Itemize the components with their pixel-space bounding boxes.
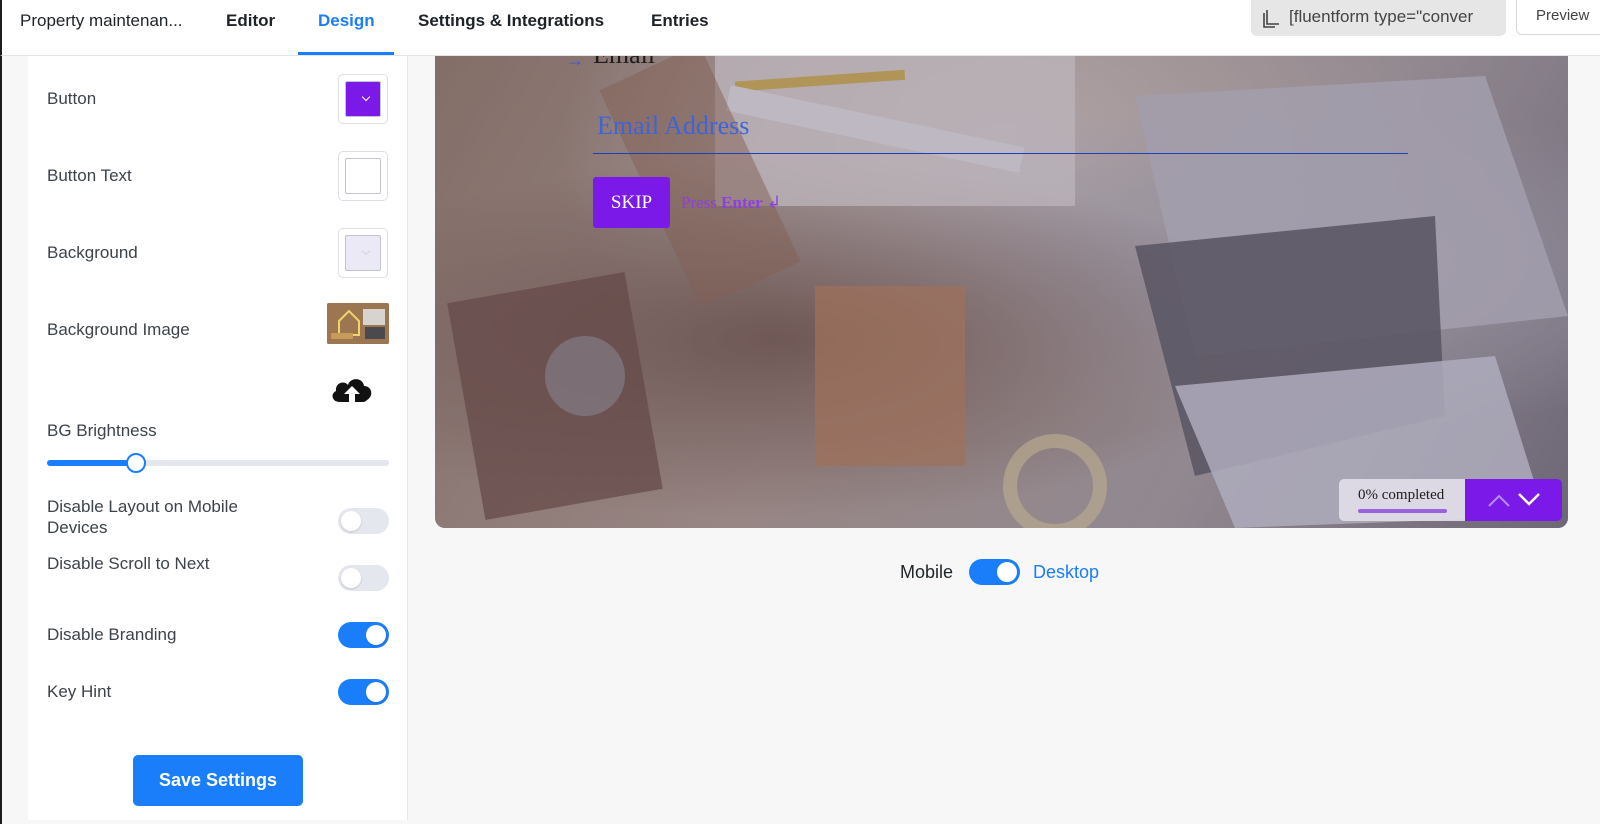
- window-edge: [0, 56, 2, 824]
- skip-button[interactable]: SKIP: [593, 177, 670, 228]
- top-bar: Property maintenan... Editor Design Sett…: [0, 0, 1600, 56]
- toggle-knob: [997, 562, 1017, 582]
- bg-brightness-handle[interactable]: [125, 453, 146, 473]
- tab-entries[interactable]: Entries: [651, 11, 709, 31]
- press-text: Press: [681, 193, 717, 212]
- copy-icon: [1263, 10, 1279, 28]
- toggle-knob: [366, 625, 386, 645]
- button-color-swatch: [345, 81, 381, 117]
- progress-bar: [1358, 509, 1447, 513]
- disable-scroll-toggle[interactable]: [338, 565, 389, 591]
- background-color-swatch: [345, 235, 381, 271]
- enter-text: Enter: [721, 193, 763, 212]
- toggle-knob: [341, 511, 361, 531]
- press-enter-hint: Press Enter ↲: [681, 193, 781, 213]
- cloud-upload-icon[interactable]: [329, 372, 375, 408]
- chevron-down-icon: [361, 246, 371, 256]
- background-image-label: Background Image: [47, 320, 190, 339]
- bg-brightness-fill: [47, 460, 136, 466]
- arrow-right-icon: →: [566, 56, 584, 70]
- tab-settings-integrations[interactable]: Settings & Integrations: [418, 11, 604, 31]
- key-hint-label: Key Hint: [47, 682, 112, 701]
- mobile-label: Mobile: [900, 562, 954, 582]
- disable-branding-toggle[interactable]: [338, 622, 389, 648]
- button-color-picker[interactable]: [338, 74, 388, 124]
- chevron-down-icon: [361, 92, 371, 102]
- question-label: Email: [593, 56, 655, 70]
- shortcode-copy[interactable]: [fluentform type="conver: [1251, 0, 1506, 36]
- chevron-up-icon[interactable]: [1487, 492, 1511, 508]
- form-preview-canvas: → Email Email Address SKIP Press Enter ↲…: [435, 56, 1568, 528]
- active-tab-indicator: [298, 52, 394, 55]
- disable-branding-label: Disable Branding: [47, 625, 177, 644]
- preview-button[interactable]: Preview: [1516, 0, 1600, 35]
- house-thumbnail-graphic: [327, 303, 389, 344]
- chevron-down-icon[interactable]: [1517, 492, 1541, 508]
- disable-scroll-label: Disable Scroll to Next: [47, 554, 210, 573]
- tab-editor[interactable]: Editor: [226, 11, 275, 31]
- toggle-knob: [341, 568, 361, 588]
- toggle-knob: [366, 682, 386, 702]
- button-text-color-swatch: [345, 158, 381, 194]
- device-toggle[interactable]: [969, 559, 1020, 585]
- bg-brightness-label: BG Brightness: [47, 421, 157, 440]
- progress-text: 0% completed: [1358, 487, 1445, 503]
- button-color-label: Button: [47, 89, 97, 108]
- shortcode-text: [fluentform type="conver: [1289, 7, 1474, 26]
- enter-key-icon: ↲: [766, 193, 782, 212]
- save-settings-button[interactable]: Save Settings: [133, 755, 303, 806]
- desktop-label: Desktop: [1033, 562, 1100, 582]
- bg-brightness-slider[interactable]: [47, 453, 389, 473]
- button-text-color-picker[interactable]: [338, 151, 388, 201]
- progress-indicator: 0% completed: [1339, 479, 1465, 521]
- navigation-buttons: [1465, 479, 1562, 521]
- background-image-thumbnail[interactable]: [327, 303, 389, 344]
- form-name[interactable]: Property maintenan...: [20, 11, 183, 31]
- tab-design[interactable]: Design: [318, 11, 375, 31]
- disable-layout-mobile-label: Disable Layout on Mobile Devices: [47, 497, 238, 537]
- disable-layout-mobile-toggle[interactable]: [338, 508, 389, 534]
- key-hint-toggle[interactable]: [338, 679, 389, 705]
- button-text-color-label: Button Text: [47, 166, 132, 185]
- background-color-picker[interactable]: [338, 228, 388, 278]
- background-color-label: Background: [47, 243, 138, 262]
- email-input[interactable]: Email Address: [593, 108, 1408, 154]
